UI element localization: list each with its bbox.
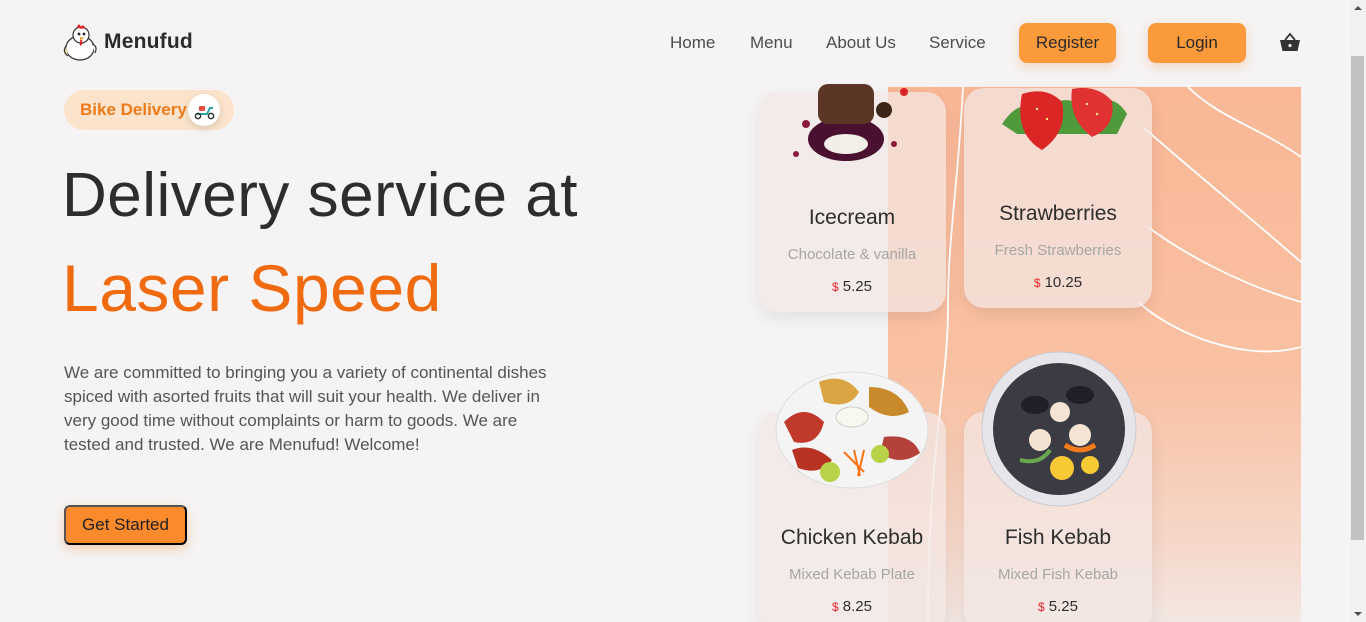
currency-symbol: $ [832,600,839,614]
card-title: Icecream [808,206,896,229]
hero-headline-line2: Laser Speed [62,251,442,325]
scooter-icon [188,94,220,126]
card-price: $10.25 [964,274,1152,291]
nav-link-home[interactable]: Home [670,33,715,53]
currency-symbol: $ [1033,276,1041,290]
nav-link-about-us[interactable]: About Us [826,33,896,53]
chicken-kebab-plate-icon [775,371,929,489]
hero-headline-line1: Delivery service at [62,161,578,230]
strawberry-icon [1002,87,1127,150]
price-value: 5.25 [842,278,872,295]
get-started-button[interactable]: Get Started [64,505,187,545]
scroll-up-arrow-icon[interactable] [1353,4,1363,12]
card-title: Chicken Kebab [780,526,924,549]
menu-card-strawberries[interactable]: Strawberries Fresh Strawberries $10.25 [964,87,1152,308]
price-value: 8.25 [842,598,872,615]
basket-icon[interactable] [1278,31,1302,55]
card-subtitle: Mixed Fish Kebab [997,566,1119,583]
bike-delivery-badge: Bike Delivery [64,90,234,130]
scroll-down-arrow-icon[interactable] [1353,610,1363,618]
menu-card-chicken-kebab[interactable]: Chicken Kebab Mixed Kebab Plate $8.25 [758,371,946,622]
hero-description: We are committed to bringing you a varie… [64,363,547,454]
fish-kebab-plate-icon [981,351,1137,507]
price-value: 10.25 [1044,274,1083,291]
menu-card-icecream[interactable]: Icecream Chocolate & vanilla $5.25 [758,84,946,312]
register-button[interactable]: Register [1019,23,1116,63]
card-subtitle: Fresh Strawberries [994,242,1122,259]
brand-logo[interactable]: Menufud [62,22,193,62]
card-price: $8.25 [758,598,946,615]
chicken-mascot-icon [63,24,97,61]
login-button[interactable]: Login [1148,23,1246,63]
currency-symbol: $ [1038,600,1045,614]
brand-name: Menufud [104,30,193,53]
scrollbar-thumb[interactable] [1351,56,1364,540]
price-value: 5.25 [1048,598,1078,615]
card-price: $5.25 [758,278,946,295]
icecream-icon [793,84,908,161]
currency-symbol: $ [832,280,839,294]
card-price: $5.25 [964,598,1152,615]
menu-card-fish-kebab[interactable]: Fish Kebab Mixed Fish Kebab $5.25 [964,351,1152,622]
badge-label: Bike Delivery [80,100,187,119]
nav-link-service[interactable]: Service [929,33,986,53]
card-title: Strawberries [999,202,1117,225]
card-subtitle: Mixed Kebab Plate [789,566,915,583]
site-header: Menufud Home Menu About Us Service Regis… [0,0,1350,86]
nav-link-menu[interactable]: Menu [750,33,793,53]
card-title: Fish Kebab [1004,526,1112,549]
card-subtitle: Chocolate & vanilla [787,246,917,263]
